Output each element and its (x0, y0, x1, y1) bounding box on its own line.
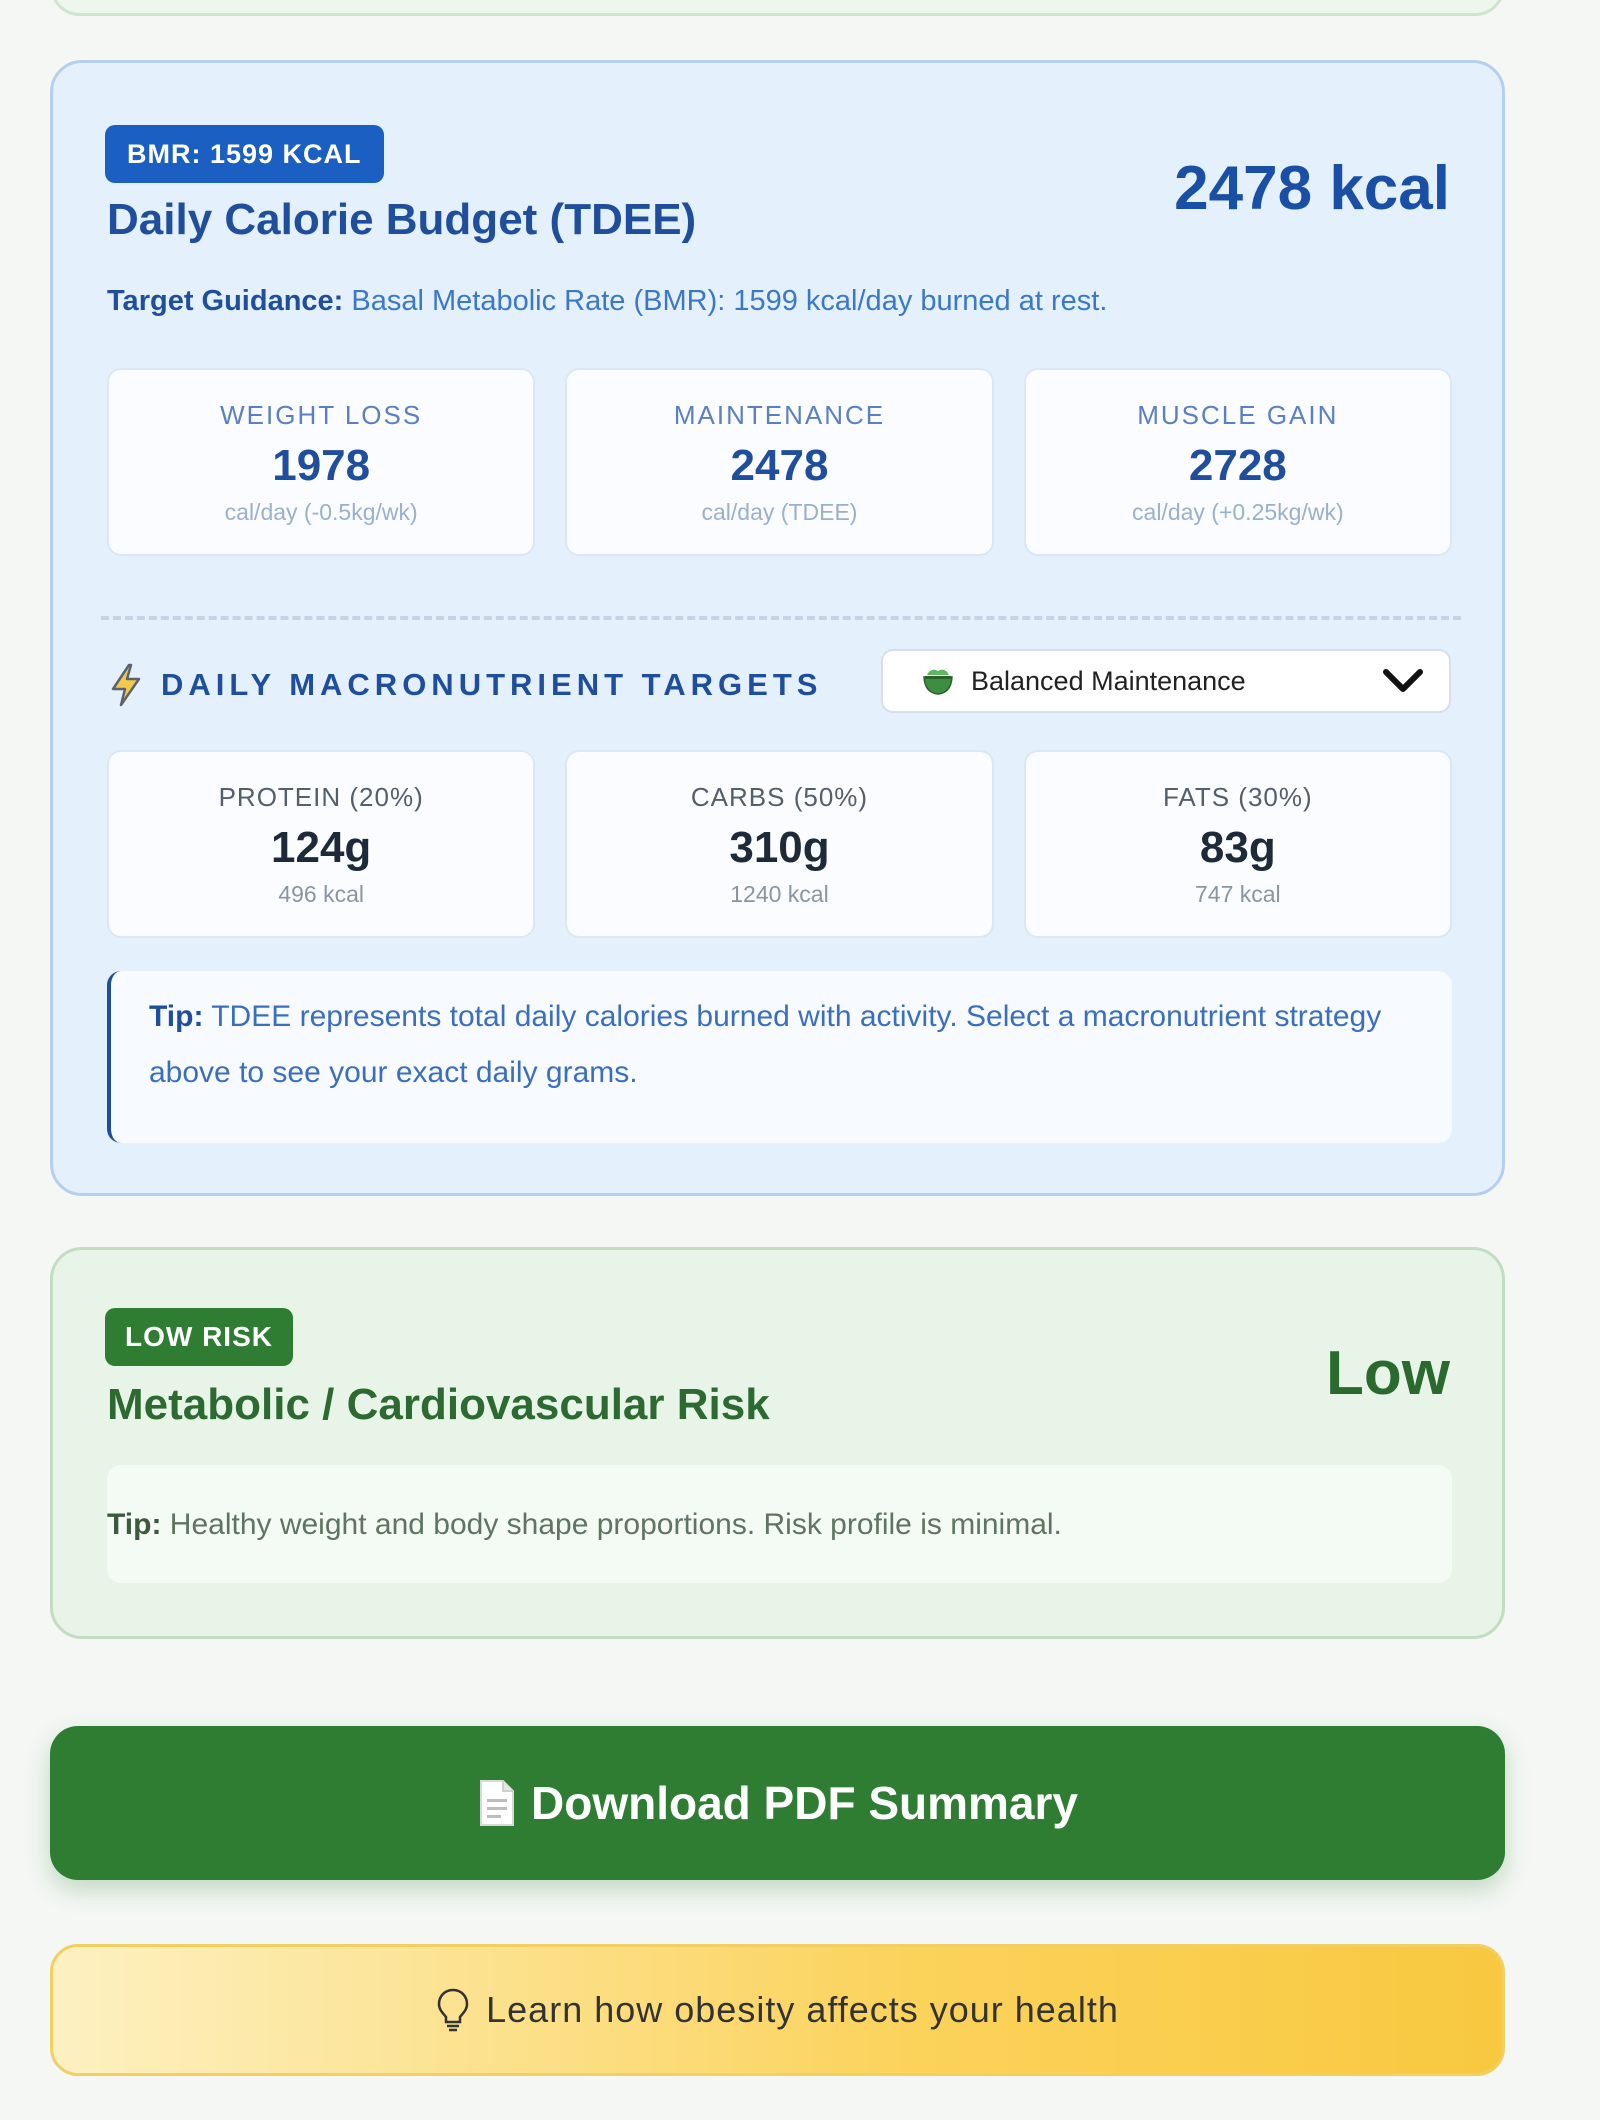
bmr-badge: BMR: 1599 KCAL (105, 125, 384, 183)
macro-sub: 1240 kcal (730, 881, 829, 907)
tdee-card: BMR: 1599 KCAL Daily Calorie Budget (TDE… (50, 60, 1505, 1196)
macro-targets: PROTEIN (20%) 124g 496 kcal CARBS (50%) … (107, 750, 1452, 938)
goal-muscle-gain: MUSCLE GAIN 2728 cal/day (+0.25kg/wk) (1023, 368, 1452, 556)
goal-label: WEIGHT LOSS (220, 400, 423, 430)
macro-fats: FATS (30%) 83g 747 kcal (1023, 750, 1452, 938)
risk-value: Low (1326, 1339, 1450, 1408)
learn-label: Learn how obesity affects your health (486, 1989, 1119, 2030)
tdee-title: Daily Calorie Budget (TDEE) (107, 195, 697, 244)
macro-value: 83g (1199, 823, 1276, 872)
page: BMR: 1599 KCAL Daily Calorie Budget (TDE… (0, 0, 1600, 2120)
guidance-label: Target Guidance: (107, 285, 344, 317)
target-guidance: Target Guidance: Basal Metabolic Rate (B… (107, 285, 1107, 318)
risk-card: LOW RISK Metabolic / Cardiovascular Risk… (50, 1247, 1505, 1639)
macro-title: DAILY MACRONUTRIENT TARGETS (161, 667, 823, 702)
chevron-down-icon (1383, 669, 1423, 692)
goal-label: MUSCLE GAIN (1137, 400, 1339, 430)
goal-sub: cal/day (TDEE) (701, 499, 858, 525)
macro-label: FATS (30%) (1162, 782, 1313, 812)
macro-protein: PROTEIN (20%) 124g 496 kcal (107, 750, 536, 938)
risk-tip: Tip: Healthy weight and body shape propo… (107, 1465, 1452, 1583)
select-value: Balanced Maintenance (971, 665, 1246, 696)
tdee-value: 2478 kcal (1174, 154, 1450, 223)
section-divider (101, 616, 1461, 620)
macro-sub: 496 kcal (278, 881, 364, 907)
goal-weight-loss: WEIGHT LOSS 1978 cal/day (-0.5kg/wk) (107, 368, 536, 556)
macro-strategy-select[interactable]: Balanced Maintenance (881, 649, 1451, 713)
macro-label: CARBS (50%) (690, 782, 869, 812)
macro-carbs: CARBS (50%) 310g 1240 kcal (565, 750, 994, 938)
tdee-tip: Tip: TDEE represents total daily calorie… (107, 971, 1452, 1143)
macro-label: PROTEIN (20%) (218, 782, 424, 812)
tip-text: Healthy weight and body shape proportion… (169, 1508, 1062, 1541)
macro-header: DAILY MACRONUTRIENT TARGETS (107, 663, 822, 707)
salad-bowl-icon (923, 669, 953, 695)
download-label: Download PDF Summary (531, 1777, 1078, 1829)
risk-badge: LOW RISK (105, 1308, 293, 1366)
goal-value: 2728 (1188, 441, 1287, 490)
lightbulb-icon (437, 1988, 469, 2032)
guidance-text: Basal Metabolic Rate (BMR): 1599 kcal/da… (351, 285, 1108, 317)
goal-sub: cal/day (+0.25kg/wk) (1132, 499, 1344, 525)
goal-maintenance: MAINTENANCE 2478 cal/day (TDEE) (565, 368, 994, 556)
download-pdf-button[interactable]: Download PDF Summary (50, 1726, 1505, 1880)
risk-title: Metabolic / Cardiovascular Risk (107, 1380, 770, 1429)
macro-sub: 747 kcal (1194, 881, 1281, 907)
goal-value: 1978 (272, 441, 371, 490)
calorie-goals: WEIGHT LOSS 1978 cal/day (-0.5kg/wk) MAI… (107, 368, 1452, 556)
lightning-bolt-icon (111, 663, 141, 707)
tip-label: Tip: (149, 1000, 204, 1033)
learn-obesity-button[interactable]: Learn how obesity affects your health (50, 1944, 1505, 2076)
document-icon (480, 1780, 515, 1826)
macro-value: 124g (271, 823, 372, 872)
goal-sub: cal/day (-0.5kg/wk) (224, 499, 418, 525)
goal-value: 2478 (730, 441, 829, 490)
goal-label: MAINTENANCE (673, 400, 886, 430)
tip-label: Tip: (107, 1508, 162, 1541)
previous-card-edge (50, 0, 1505, 16)
macro-value: 310g (729, 823, 830, 872)
tip-text: TDEE represents total daily calories bur… (149, 1000, 1382, 1089)
